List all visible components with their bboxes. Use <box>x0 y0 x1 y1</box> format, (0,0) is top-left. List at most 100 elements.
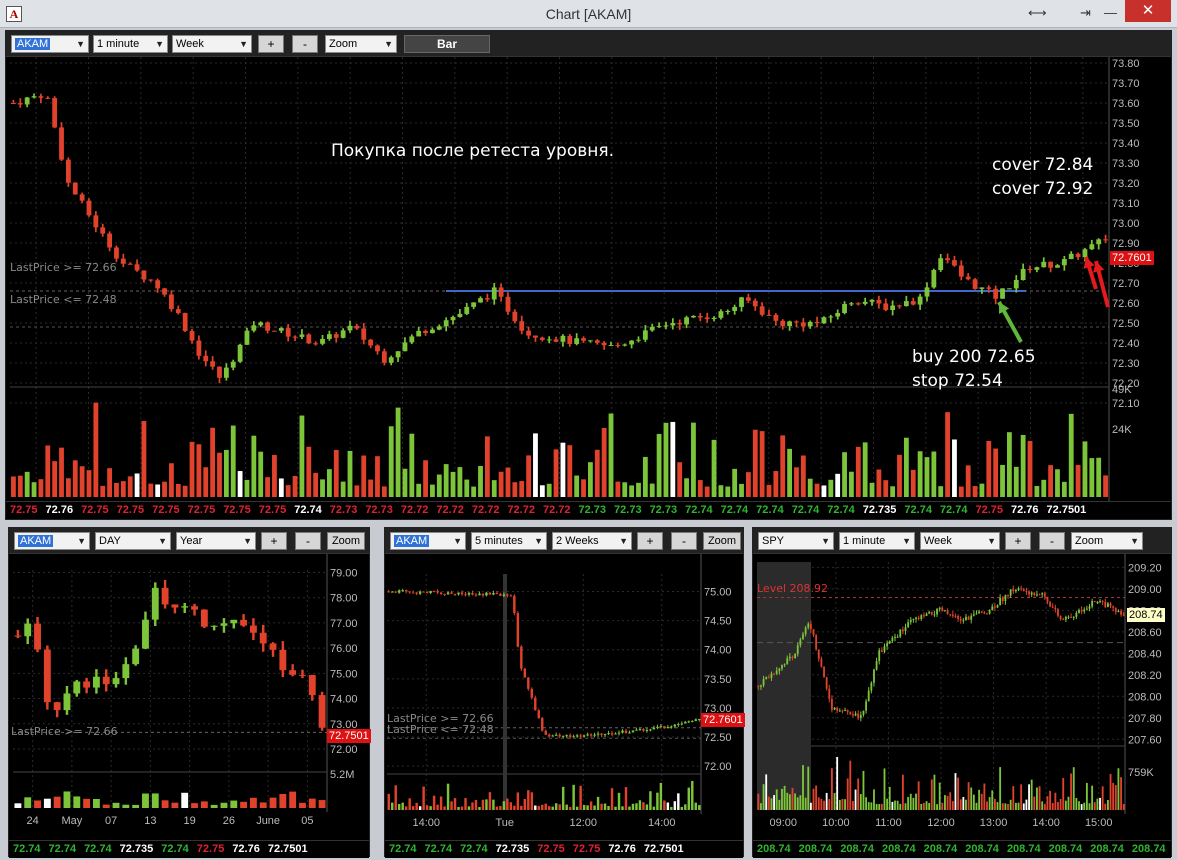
daily-zoom-in-button[interactable]: + <box>261 532 287 550</box>
price-body <box>972 614 975 616</box>
y-tick-label: 74.00 <box>330 694 358 706</box>
price-body <box>794 321 799 323</box>
mode-select[interactable]: Zoom ▼ <box>325 35 397 53</box>
intraday-symbol-select[interactable]: AKAM ▼ <box>390 532 466 550</box>
spy-symbol-select[interactable]: SPY ▼ <box>758 532 834 550</box>
price-body <box>318 695 326 728</box>
volume-bar <box>687 787 691 810</box>
volume-bar <box>93 402 99 497</box>
chart-type-button[interactable]: Bar <box>404 35 490 53</box>
resize-icon[interactable]: ⟷ <box>1028 5 1047 21</box>
intraday-price-chart[interactable]: 75.0074.5074.0073.5073.0072.5072.0014:00… <box>385 554 745 840</box>
volume-bar <box>278 478 284 497</box>
volume-bar <box>823 800 825 810</box>
intraday-mode-button[interactable]: Zoom <box>703 532 741 550</box>
ticker-value: 72.74 <box>389 843 417 855</box>
volume-bar <box>210 804 218 808</box>
price-body <box>842 303 847 313</box>
daily-range-select[interactable]: Year ▼ <box>176 532 256 550</box>
price-body <box>757 685 760 687</box>
price-body <box>865 701 868 711</box>
volume-bar <box>842 452 847 497</box>
interval-select[interactable]: 1 minute ▼ <box>93 35 168 53</box>
price-body <box>395 351 401 358</box>
price-body <box>1034 267 1040 270</box>
close-button[interactable]: ✕ <box>1125 0 1171 22</box>
volume-bar <box>161 800 169 808</box>
spy-zoom-in-button[interactable]: + <box>1005 532 1031 550</box>
volume-bar <box>83 798 91 808</box>
volume-bar <box>333 449 339 497</box>
price-body <box>959 618 962 621</box>
volume-bar <box>553 449 559 497</box>
price-body <box>978 611 981 614</box>
price-body <box>391 591 394 593</box>
volume-bar <box>1082 441 1088 497</box>
price-body <box>230 361 236 368</box>
y-tick-label: 72.40 <box>1112 338 1140 350</box>
x-tick-label: 13 <box>144 815 156 827</box>
volume-bar <box>836 756 839 810</box>
price-body <box>565 735 568 737</box>
intraday-zoom-in-button[interactable]: + <box>637 532 663 550</box>
volume-bar <box>621 806 624 810</box>
price-body <box>962 620 965 622</box>
volume-bar <box>993 798 996 810</box>
ticker-value: 72.75 <box>975 504 1003 516</box>
intraday-zoom-out-button[interactable]: - <box>671 532 697 550</box>
volume-bar <box>684 804 687 810</box>
price-body <box>862 710 865 715</box>
ticker-value: 72.75 <box>223 504 251 516</box>
minimize-icon[interactable]: — <box>1104 5 1117 20</box>
zoom-in-button[interactable]: + <box>258 35 284 53</box>
intraday-interval-select[interactable]: 5 minutes ▼ <box>471 532 547 550</box>
volume-bar <box>931 451 937 497</box>
price-body <box>17 103 23 105</box>
price-body <box>553 339 559 342</box>
spy-interval-select[interactable]: 1 minute ▼ <box>839 532 915 550</box>
daily-zoom-out-button[interactable]: - <box>295 532 321 550</box>
volume-bar <box>859 794 862 810</box>
spy-mode-select[interactable]: Zoom ▼ <box>1071 532 1143 550</box>
volume-bar <box>24 797 32 808</box>
range-select[interactable]: Week ▼ <box>172 35 252 53</box>
volume-bar <box>460 806 464 810</box>
intraday-range-select[interactable]: 2 Weeks ▼ <box>552 532 632 550</box>
daily-price-chart[interactable]: 79.0078.0077.0076.0075.0074.0073.0072.00… <box>9 554 371 840</box>
spy-range-select[interactable]: Week ▼ <box>920 532 1000 550</box>
price-body <box>1000 288 1005 299</box>
zoom-out-button[interactable]: - <box>292 35 318 53</box>
price-body <box>381 351 387 363</box>
volume-bar <box>838 799 841 810</box>
spy-price-chart[interactable]: 209.20209.00208.80208.60208.40208.20208.… <box>753 554 1173 840</box>
volume-bar <box>800 455 806 497</box>
ticker-value: 72.75 <box>187 504 216 516</box>
price-body <box>546 339 552 341</box>
volume-bar <box>141 421 147 497</box>
volume-bar <box>601 427 607 497</box>
spy-zoom-out-button[interactable]: - <box>1039 532 1065 550</box>
pin-icon[interactable]: ⇥ <box>1080 5 1091 21</box>
volume-bar <box>299 415 305 497</box>
volume-bar <box>73 796 81 808</box>
price-body <box>1030 592 1033 595</box>
daily-price-badge: 72.7501 <box>327 729 371 743</box>
price-body <box>909 619 912 623</box>
symbol-select[interactable]: AKAM ▼ <box>11 35 89 53</box>
volume-bar <box>825 792 828 810</box>
volume-bar <box>79 466 85 497</box>
x-tick-label: 12:00 <box>569 817 597 829</box>
price-body <box>852 714 854 716</box>
volume-bar <box>757 793 760 810</box>
main-price-chart[interactable]: 73.80 73.70 73.60 73.50 73.40 73.30 73.20 73.10… <box>6 57 1173 521</box>
price-body <box>498 287 504 297</box>
daily-symbol-select[interactable]: AKAM ▼ <box>14 532 90 550</box>
price-body <box>815 635 818 650</box>
price-body <box>450 592 453 594</box>
price-body <box>1088 606 1091 609</box>
daily-interval-select[interactable]: DAY ▼ <box>95 532 171 550</box>
daily-mode-button[interactable]: Zoom <box>327 532 365 550</box>
price-body <box>1083 609 1086 612</box>
volume-bar <box>962 796 965 810</box>
volume-bar <box>1070 773 1073 810</box>
